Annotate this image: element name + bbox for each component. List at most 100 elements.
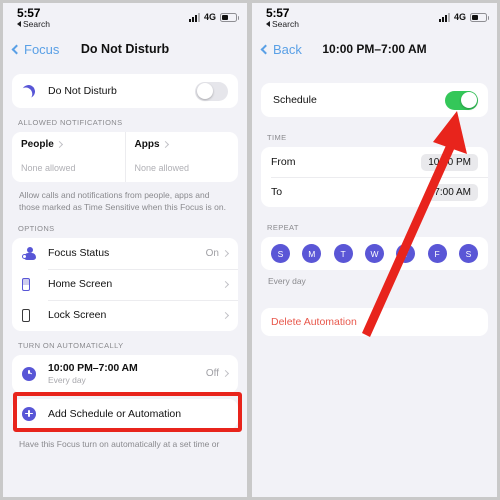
back-button[interactable]: Back	[260, 41, 302, 57]
lock-screen-icon	[22, 308, 48, 322]
repeat-days-card: S M T W T F S	[261, 237, 488, 270]
to-label: To	[271, 186, 283, 198]
status-bar-left: 5:57 Search 4G	[3, 3, 247, 33]
status-bar-right: 5:57 Search 4G	[252, 3, 497, 33]
time-row-from[interactable]: From 10:00 PM	[261, 147, 488, 177]
right-content: Schedule TIME From 10:00 PM To 7:00 AM R…	[252, 65, 497, 336]
status-bar-right-cluster: 4G	[438, 12, 489, 22]
apps-title: Apps	[134, 139, 160, 150]
status-bar-right-cluster: 4G	[188, 12, 239, 22]
day-toggle-fri[interactable]: F	[427, 244, 447, 263]
left-content: Do Not Disturb ALLOWED NOTIFICATIONS Peo…	[3, 65, 247, 450]
people-title: People	[21, 139, 54, 150]
status-back-label: Search	[23, 18, 50, 29]
chevron-right-icon	[221, 249, 230, 257]
back-triangle-icon	[17, 21, 21, 28]
schedule-toggle-card: Schedule	[261, 83, 488, 117]
status-back-to-search[interactable]: Search	[266, 18, 299, 29]
turn-on-automatically-header: TURN ON AUTOMATICALLY	[18, 340, 124, 350]
schedule-toggle-label: Schedule	[273, 94, 317, 106]
apps-subtitle: None allowed	[134, 163, 190, 173]
status-back-label: Search	[272, 18, 299, 29]
schedule-toggle-row[interactable]: Schedule	[261, 83, 488, 117]
add-schedule-label: Add Schedule or Automation	[48, 407, 182, 420]
dnd-row[interactable]: Do Not Disturb	[12, 74, 238, 108]
chevron-right-icon	[221, 280, 230, 288]
back-button-label: Focus	[24, 41, 60, 57]
battery-icon	[220, 12, 239, 22]
apps-cell[interactable]: Apps None allowed	[124, 132, 239, 182]
status-bar-left-cluster: 5:57 Search	[17, 7, 50, 29]
schedule-subtitle: Every day	[48, 375, 86, 386]
day-toggle-mon[interactable]: M	[302, 244, 322, 263]
from-value[interactable]: 10:00 PM	[421, 153, 478, 171]
schedule-card: 10:00 PM–7:00 AM Every day Off	[12, 354, 238, 393]
back-button-label: Back	[273, 41, 302, 57]
back-triangle-icon	[266, 21, 270, 28]
allowed-notifications-footnote: Allow calls and notifications from peopl…	[19, 190, 226, 213]
moon-icon	[22, 85, 48, 98]
repeat-header: REPEAT	[267, 223, 299, 232]
day-toggle-sun[interactable]: S	[271, 244, 290, 263]
nav-bar-left: Focus Do Not Disturb	[3, 33, 247, 65]
options-card: Focus Status On Home Screen Lock Screen	[12, 237, 238, 331]
chevron-right-icon	[55, 140, 63, 149]
schedule-row[interactable]: 10:00 PM–7:00 AM Every day Off	[12, 355, 238, 393]
options-header: OPTIONS	[18, 223, 55, 233]
network-type-label: 4G	[203, 12, 216, 22]
status-time: 5:57	[17, 6, 41, 20]
network-type-label: 4G	[453, 12, 466, 22]
time-header: TIME	[267, 133, 287, 142]
schedule-toggle[interactable]	[445, 90, 478, 110]
battery-icon	[470, 12, 489, 22]
focus-status-icon	[22, 246, 48, 260]
dnd-card: Do Not Disturb	[12, 74, 238, 108]
schedule-value: Off	[205, 368, 219, 380]
option-row-focus-status[interactable]: Focus Status On	[12, 238, 238, 269]
schedule-title: 10:00 PM–7:00 AM	[48, 362, 138, 375]
chevron-right-icon	[221, 370, 230, 378]
people-title-wrap: People	[21, 139, 116, 150]
day-toggle-sat[interactable]: S	[458, 244, 478, 263]
allowed-notifications-header: ALLOWED NOTIFICATIONS	[18, 118, 123, 127]
add-schedule-card: Add Schedule or Automation	[12, 398, 238, 429]
schedule-text-stack: 10:00 PM–7:00 AM Every day	[48, 362, 206, 385]
left-phone-screen: 5:57 Search 4G Focus Do Not Disturb Do N…	[0, 0, 250, 500]
from-label: From	[271, 156, 296, 168]
plus-circle-icon	[22, 406, 48, 421]
nav-bar-right: Back 10:00 PM–7:00 AM	[252, 33, 497, 65]
day-toggle-thu[interactable]: T	[396, 244, 416, 263]
option-label: Home Screen	[48, 278, 113, 291]
screenshot-stage: 5:57 Search 4G Focus Do Not Disturb Do N…	[0, 0, 500, 500]
to-value[interactable]: 7:00 AM	[427, 183, 478, 201]
right-phone-screen: 5:57 Search 4G Back 10:00 PM–7:00 AM Sch…	[250, 0, 500, 500]
people-subtitle: None allowed	[21, 163, 76, 173]
chevron-left-icon	[260, 44, 271, 54]
dnd-label: Do Not Disturb	[48, 85, 117, 97]
home-screen-icon	[22, 277, 48, 291]
chevron-right-icon	[161, 140, 169, 149]
turn-on-automatically-footnote: Have this Focus turn on automatically at…	[19, 438, 220, 449]
time-row-to[interactable]: To 7:00 AM	[261, 177, 488, 207]
day-toggle-tue[interactable]: T	[333, 244, 353, 263]
option-row-home-screen[interactable]: Home Screen	[12, 268, 238, 300]
add-schedule-row[interactable]: Add Schedule or Automation	[12, 399, 238, 429]
signal-bars-icon	[438, 12, 450, 22]
chevron-left-icon	[11, 44, 22, 54]
repeat-summary: Every day	[268, 276, 306, 286]
day-toggle-wed[interactable]: W	[364, 244, 384, 263]
status-bar-left-cluster: 5:57 Search	[266, 7, 299, 29]
time-card: From 10:00 PM To 7:00 AM	[261, 147, 488, 207]
apps-title-wrap: Apps	[135, 139, 230, 150]
people-cell[interactable]: People None allowed	[12, 132, 125, 182]
status-back-to-search[interactable]: Search	[17, 18, 50, 29]
option-label: Focus Status	[48, 247, 110, 260]
back-button-focus[interactable]: Focus	[11, 41, 60, 57]
delete-automation-button[interactable]: Delete Automation	[261, 308, 488, 336]
status-time: 5:57	[266, 6, 290, 20]
dnd-toggle[interactable]	[195, 81, 228, 101]
allowed-notifications-card: People None allowed Apps None allowed	[12, 132, 238, 182]
option-label: Lock Screen	[48, 309, 107, 322]
chevron-right-icon	[221, 311, 230, 319]
option-row-lock-screen[interactable]: Lock Screen	[12, 299, 238, 331]
